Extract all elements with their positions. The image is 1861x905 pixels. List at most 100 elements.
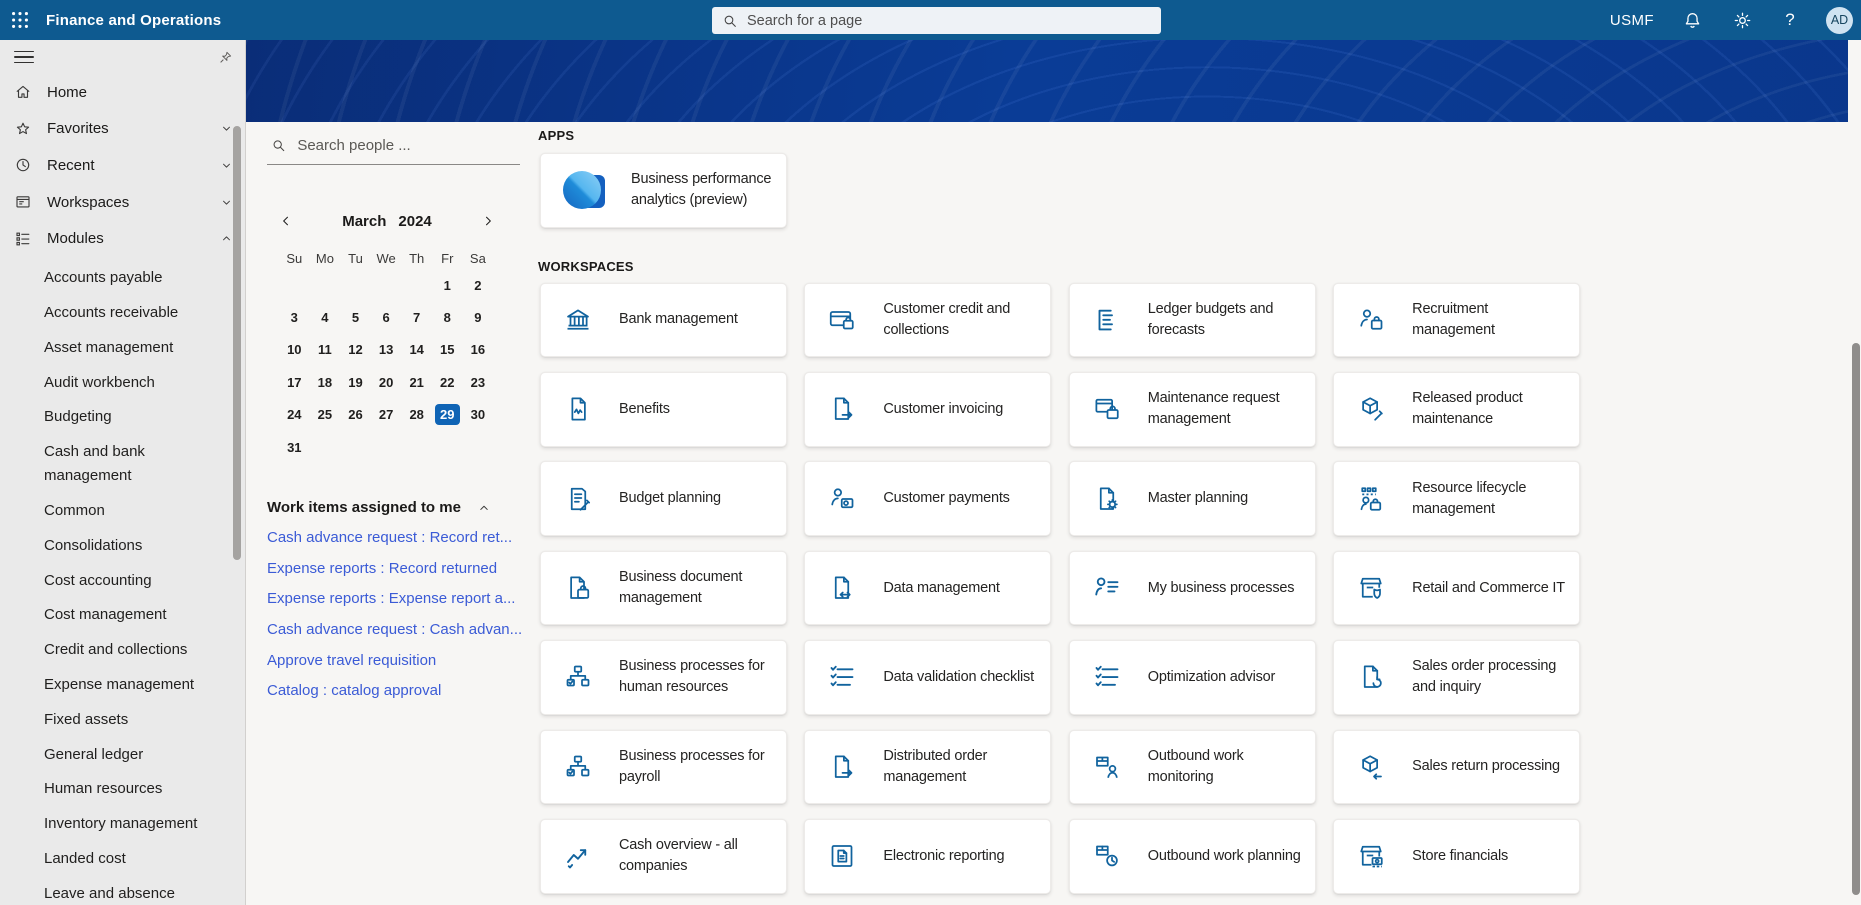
sidebar-module-common[interactable]: Common — [0, 494, 245, 529]
sidebar-module-leave-and-absence[interactable]: Leave and absence — [0, 876, 245, 905]
calendar-day[interactable]: 9 — [463, 301, 494, 333]
calendar-day[interactable]: 28 — [401, 399, 432, 431]
tile-electronic-reporting[interactable]: Electronic reporting — [804, 819, 1051, 894]
tile-sales-order-processing-and-inquiry[interactable]: Sales order processing and inquiry — [1333, 640, 1580, 715]
tile-outbound-work-monitoring[interactable]: Outbound work monitoring — [1069, 730, 1316, 805]
calendar-day[interactable]: 15 — [432, 334, 463, 366]
calendar-day[interactable]: 11 — [310, 334, 341, 366]
sidebar-module-expense-management[interactable]: Expense management — [0, 668, 245, 703]
calendar-prev-month-button[interactable] — [279, 214, 305, 228]
calendar-day[interactable]: 27 — [371, 399, 402, 431]
tile-customer-invoicing[interactable]: Customer invoicing — [804, 372, 1051, 447]
calendar-day[interactable]: 25 — [310, 399, 341, 431]
chevron-up-icon[interactable] — [220, 232, 233, 245]
tile-retail-and-commerce-it[interactable]: Retail and Commerce IT — [1333, 551, 1580, 626]
tile-released-product-maintenance[interactable]: Released product maintenance — [1333, 372, 1580, 447]
page-search-box[interactable] — [712, 7, 1161, 34]
tile-customer-payments[interactable]: Customer payments — [804, 461, 1051, 536]
sidebar-module-cost-management[interactable]: Cost management — [0, 598, 245, 633]
hamburger-menu-icon[interactable] — [14, 51, 34, 64]
tile-budget-planning[interactable]: Budget planning — [540, 461, 787, 536]
chevron-down-icon[interactable] — [220, 122, 233, 135]
tile-business-document-management[interactable]: Business document management — [540, 551, 787, 626]
tile-business-processes-for-payroll[interactable]: Business processes for payroll — [540, 730, 787, 805]
tile-optimization-advisor[interactable]: Optimization advisor — [1069, 640, 1316, 715]
calendar-day[interactable]: 4 — [310, 301, 341, 333]
sidebar-module-fixed-assets[interactable]: Fixed assets — [0, 702, 245, 737]
sidebar-item-favorites[interactable]: Favorites — [0, 111, 245, 148]
tile-outbound-work-planning[interactable]: Outbound work planning — [1069, 819, 1316, 894]
calendar-day[interactable]: 19 — [340, 366, 371, 398]
company-picker[interactable]: USMF — [1610, 12, 1654, 29]
people-search-input[interactable] — [295, 136, 520, 155]
calendar-day[interactable]: 2 — [463, 269, 494, 301]
tile-data-management[interactable]: Data management — [804, 551, 1051, 626]
tile-resource-lifecycle-management[interactable]: Resource lifecycle management — [1333, 461, 1580, 536]
sidebar-item-modules[interactable]: Modules — [0, 220, 245, 257]
sidebar-module-landed-cost[interactable]: Landed cost — [0, 841, 245, 876]
tile-customer-credit-and-collections[interactable]: Customer credit and collections — [804, 283, 1051, 358]
tile-distributed-order-management[interactable]: Distributed order management — [804, 730, 1051, 805]
tile-recruitment-management[interactable]: Recruitment management — [1333, 283, 1580, 358]
sidebar-module-asset-management[interactable]: Asset management — [0, 331, 245, 366]
calendar-year[interactable]: 2024 — [398, 213, 431, 230]
calendar-day[interactable]: 20 — [371, 366, 402, 398]
tile-ledger-budgets-and-forecasts[interactable]: Ledger budgets and forecasts — [1069, 283, 1316, 358]
pin-icon[interactable] — [218, 50, 233, 65]
page-search-input[interactable] — [745, 12, 1151, 30]
sidebar-module-accounts-receivable[interactable]: Accounts receivable — [0, 296, 245, 331]
calendar-day-selected[interactable]: 29 — [432, 399, 463, 431]
calendar-day[interactable]: 13 — [371, 334, 402, 366]
sidebar-item-workspaces[interactable]: Workspaces — [0, 184, 245, 221]
sidebar-module-budgeting[interactable]: Budgeting — [0, 400, 245, 435]
calendar-day[interactable]: 12 — [340, 334, 371, 366]
chevron-down-icon[interactable] — [220, 159, 233, 172]
tile-sales-return-processing[interactable]: Sales return processing — [1333, 730, 1580, 805]
sidebar-item-home[interactable]: Home — [0, 74, 245, 111]
sidebar-module-consolidations[interactable]: Consolidations — [0, 528, 245, 563]
calendar-day[interactable]: 24 — [279, 399, 310, 431]
calendar-day[interactable]: 8 — [432, 301, 463, 333]
work-item-link[interactable]: Catalog : catalog approval — [267, 675, 539, 706]
help-icon[interactable]: ? — [1780, 0, 1800, 40]
tile-business-processes-for-human-resources[interactable]: Business processes for human resources — [540, 640, 787, 715]
sidebar-item-recent[interactable]: Recent — [0, 147, 245, 184]
sidebar-module-audit-workbench[interactable]: Audit workbench — [0, 365, 245, 400]
tile-maintenance-request-management[interactable]: Maintenance request management — [1069, 372, 1316, 447]
sidebar-module-credit-and-collections[interactable]: Credit and collections — [0, 633, 245, 668]
calendar-day[interactable]: 23 — [463, 366, 494, 398]
tile-store-financials[interactable]: Store financials — [1333, 819, 1580, 894]
sidebar-module-cost-accounting[interactable]: Cost accounting — [0, 563, 245, 598]
calendar-month[interactable]: March — [342, 213, 386, 230]
calendar-day[interactable]: 6 — [371, 301, 402, 333]
calendar-next-month-button[interactable] — [469, 214, 495, 228]
calendar-day[interactable]: 21 — [401, 366, 432, 398]
tile-business-performance-analytics-preview[interactable]: Business performance analytics (preview) — [540, 153, 787, 228]
user-avatar[interactable]: AD — [1826, 7, 1853, 34]
sidebar-module-accounts-payable[interactable]: Accounts payable — [0, 261, 245, 296]
calendar-day[interactable]: 18 — [310, 366, 341, 398]
people-search-box[interactable] — [267, 134, 520, 165]
calendar-day[interactable]: 17 — [279, 366, 310, 398]
calendar-day[interactable]: 31 — [279, 431, 310, 463]
notifications-bell-icon[interactable] — [1680, 0, 1704, 40]
tile-my-business-processes[interactable]: My business processes — [1069, 551, 1316, 626]
work-item-link[interactable]: Expense reports : Expense report a... — [267, 584, 539, 615]
app-launcher-waffle-icon[interactable] — [0, 0, 40, 40]
sidebar-scrollbar[interactable] — [233, 126, 241, 560]
work-item-link[interactable]: Approve travel requisition — [267, 645, 539, 676]
calendar-day[interactable]: 30 — [463, 399, 494, 431]
tile-data-validation-checklist[interactable]: Data validation checklist — [804, 640, 1051, 715]
calendar-day[interactable]: 5 — [340, 301, 371, 333]
calendar-day[interactable]: 1 — [432, 269, 463, 301]
calendar-day[interactable]: 7 — [401, 301, 432, 333]
sidebar-module-inventory-management[interactable]: Inventory management — [0, 807, 245, 842]
calendar-day[interactable]: 22 — [432, 366, 463, 398]
sidebar-module-human-resources[interactable]: Human resources — [0, 772, 245, 807]
work-item-link[interactable]: Cash advance request : Record ret... — [267, 522, 539, 553]
tile-benefits[interactable]: Benefits — [540, 372, 787, 447]
page-scrollbar[interactable] — [1852, 343, 1860, 895]
calendar-day[interactable]: 26 — [340, 399, 371, 431]
work-item-link[interactable]: Cash advance request : Cash advan... — [267, 614, 539, 645]
settings-gear-icon[interactable] — [1730, 0, 1754, 40]
